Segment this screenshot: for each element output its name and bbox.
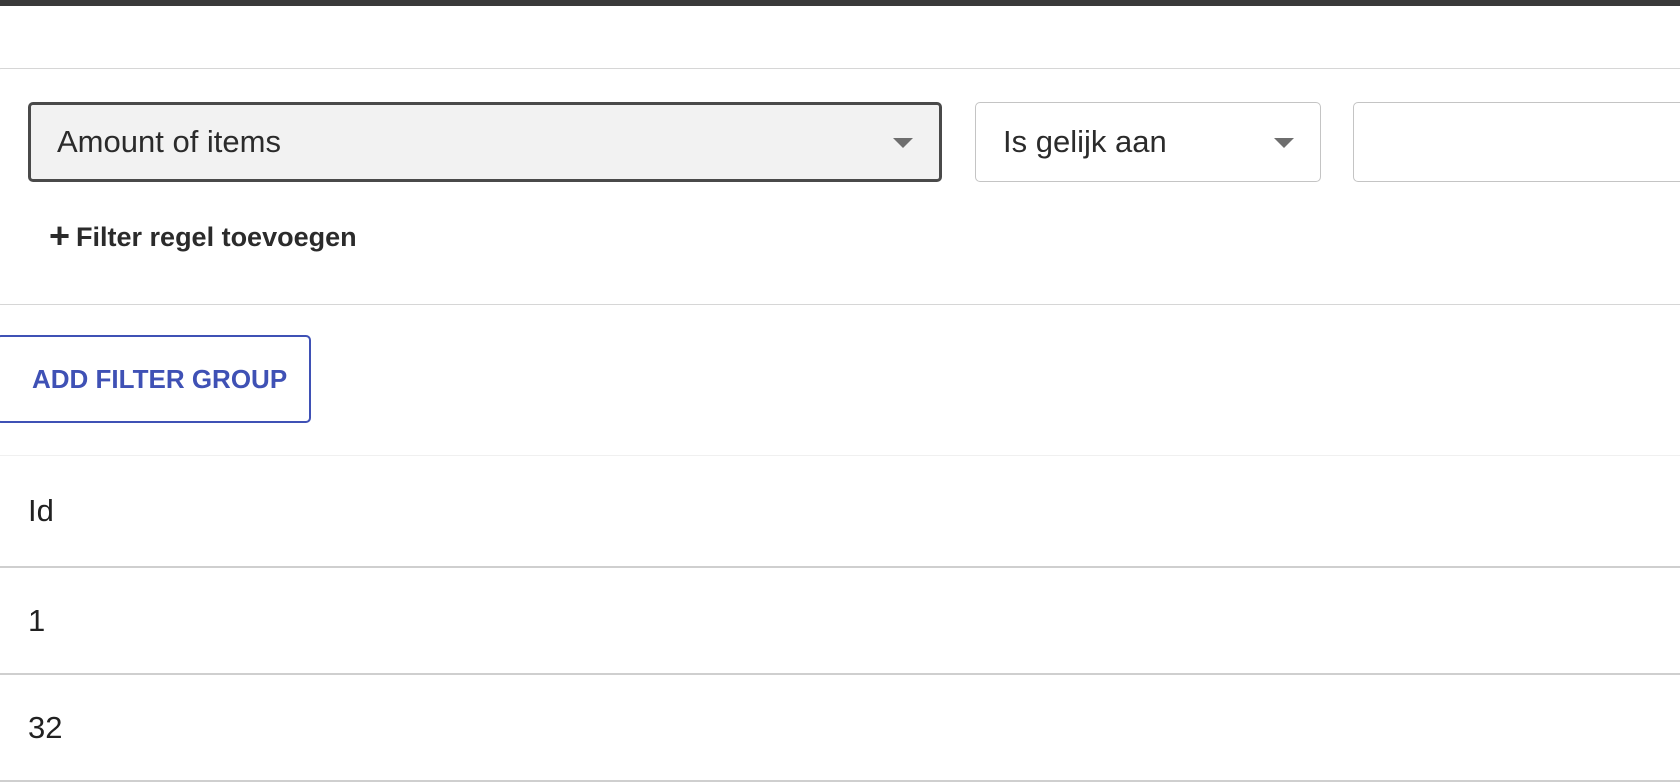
add-filter-rule-button[interactable]: + Filter regel toevoegen bbox=[49, 215, 357, 256]
add-filter-rule-label: Filter regel toevoegen bbox=[76, 222, 357, 252]
table-cell-id: 1 bbox=[28, 602, 46, 638]
top-app-bar bbox=[0, 0, 1680, 6]
add-filter-group-button[interactable]: ADD FILTER GROUP bbox=[0, 335, 311, 423]
table-cell-id: 32 bbox=[28, 709, 63, 745]
plus-icon: + bbox=[49, 215, 71, 256]
table-row[interactable]: 1 bbox=[0, 568, 1680, 675]
filter-value-input[interactable] bbox=[1353, 102, 1680, 182]
table-header-row: Id bbox=[0, 455, 1680, 568]
column-header-id[interactable]: Id bbox=[28, 493, 54, 529]
chevron-down-icon bbox=[893, 138, 913, 148]
operator-select-value: Is gelijk aan bbox=[1003, 124, 1167, 159]
results-table: Id 1 32 bbox=[0, 455, 1680, 782]
table-row[interactable]: 32 bbox=[0, 675, 1680, 782]
field-select[interactable]: Amount of items bbox=[28, 102, 942, 182]
chevron-down-icon bbox=[1274, 138, 1294, 148]
field-select-value: Amount of items bbox=[57, 124, 281, 159]
operator-select[interactable]: Is gelijk aan bbox=[975, 102, 1321, 182]
filter-group-panel: Amount of items Is gelijk aan + Filter r… bbox=[0, 68, 1680, 305]
